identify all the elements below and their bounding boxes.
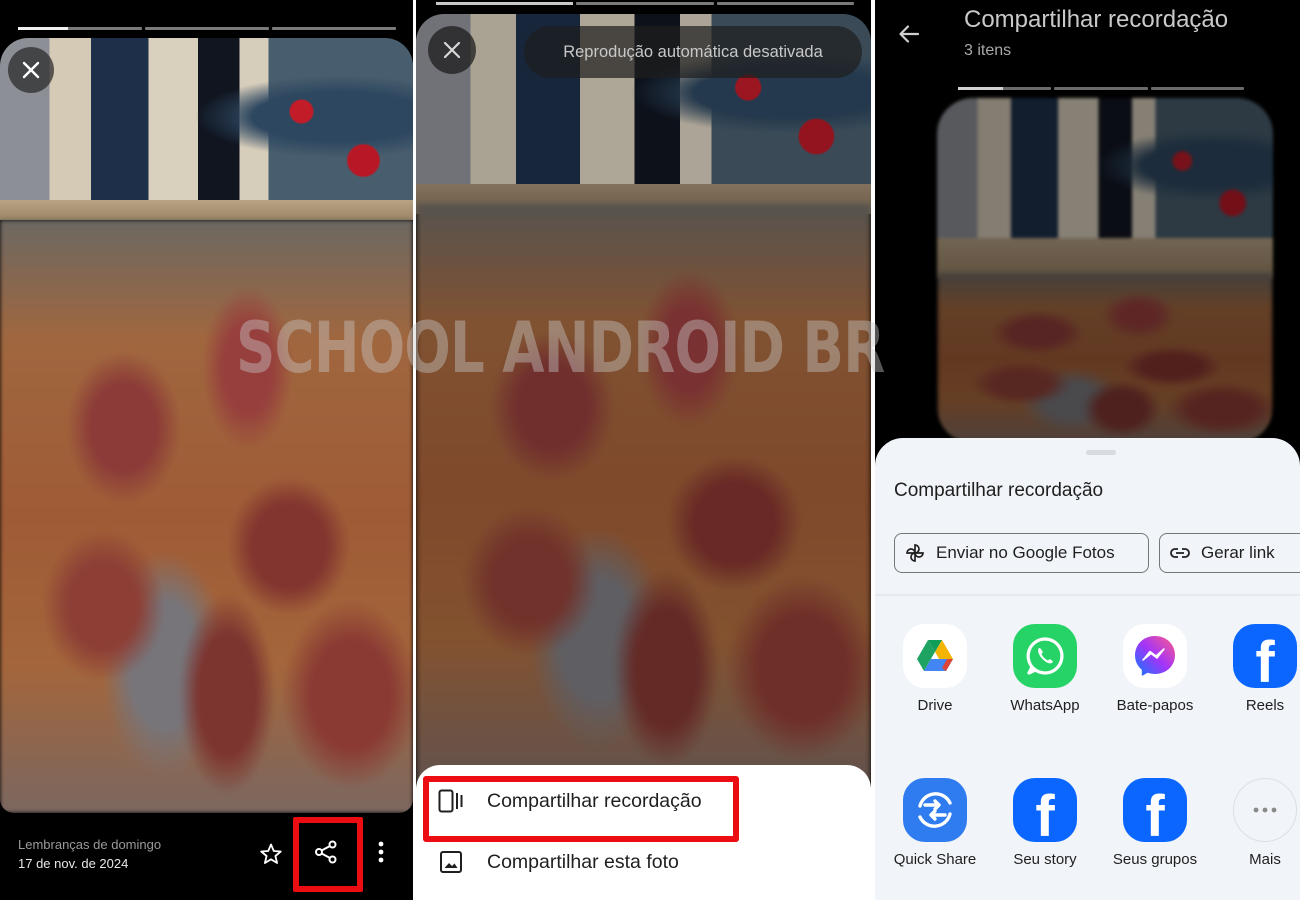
page-title: Compartilhar recordação [964, 6, 1229, 33]
app-label: Seus grupos [1112, 851, 1198, 868]
share-target-your-story[interactable]: f Seu story [990, 778, 1100, 868]
app-label: WhatsApp [1010, 697, 1080, 714]
photo-box-edge [937, 238, 1273, 278]
app-label: Drive [917, 697, 953, 714]
close-button[interactable] [8, 47, 54, 93]
share-memory-panel: Compartilhar recordação 3 itens Comparti… [875, 0, 1300, 900]
facebook-icon: f [1233, 624, 1297, 692]
progress-segment-1 [436, 2, 574, 5]
progress-fill [436, 2, 574, 5]
progress-segment-3 [716, 2, 854, 5]
close-icon [443, 41, 461, 59]
progress-segment-2 [576, 2, 714, 5]
photo-background [937, 98, 1273, 248]
share-target-messenger[interactable]: Bate-papos [1100, 624, 1210, 714]
share-target-quick-share[interactable]: Quick Share [880, 778, 990, 868]
share-menu-panel: Reprodução automática desativada Compart… [416, 0, 871, 900]
share-photo-option[interactable]: Compartilhar esta foto [416, 834, 871, 890]
image-icon [438, 849, 464, 875]
progress-segment-3 [1150, 87, 1244, 90]
more-horiz-icon [1233, 778, 1297, 842]
link-icon [1169, 542, 1191, 564]
back-button[interactable] [893, 18, 925, 50]
memory-viewer-panel: Lembranças de domingo 17 de nov. de 2024 [0, 0, 413, 900]
photo-pizza [0, 220, 413, 813]
autoplay-toast: Reprodução automática desativada [524, 26, 862, 78]
app-label: Mais [1249, 851, 1281, 868]
pinwheel-icon [904, 542, 926, 564]
memory-photo[interactable] [416, 14, 871, 784]
link-chip-label: Gerar link [1201, 543, 1275, 562]
app-label: Reels [1245, 697, 1285, 714]
share-target-drive[interactable]: Drive [880, 624, 990, 714]
more-options-button[interactable] [368, 837, 394, 867]
share-button-highlight [293, 817, 363, 892]
progress-segment-3 [272, 27, 396, 30]
share-target-more[interactable]: Mais [1210, 778, 1300, 868]
app-label: Quick Share [893, 851, 977, 868]
create-link-chip[interactable]: Gerar link [1159, 533, 1300, 573]
share-sheet: Compartilhar recordação Enviar no Google… [875, 438, 1300, 900]
progress-fill [18, 27, 68, 30]
story-progress [18, 27, 396, 30]
memory-date: 17 de nov. de 2024 [18, 856, 129, 871]
arrow-back-icon [899, 25, 920, 43]
send-in-google-photos-chip[interactable]: Enviar no Google Fotos [894, 533, 1149, 573]
divider [875, 594, 1300, 596]
progress-segment-1 [18, 27, 142, 30]
photo-pizza [937, 273, 1273, 443]
photo-background [0, 38, 413, 213]
close-icon [22, 61, 40, 79]
share-target-whatsapp[interactable]: WhatsApp [990, 624, 1100, 714]
story-progress [958, 87, 1244, 90]
sheet-title: Compartilhar recordação [894, 480, 1104, 501]
messenger-icon [1123, 624, 1187, 688]
story-progress [436, 2, 854, 5]
share-photo-label: Compartilhar esta foto [487, 850, 679, 873]
album-title: Lembranças de domingo [18, 837, 162, 852]
progress-segment-1 [958, 87, 1052, 90]
close-button[interactable] [428, 26, 476, 74]
facebook-icon: f [1013, 778, 1077, 846]
drag-handle[interactable] [1086, 450, 1116, 455]
progress-segment-2 [1054, 87, 1148, 90]
send-chip-label: Enviar no Google Fotos [936, 543, 1115, 562]
app-label: Bate-papos [1116, 697, 1194, 714]
photo-box-edge [0, 200, 413, 220]
progress-segment-2 [145, 27, 269, 30]
quick-share-icon [903, 778, 967, 842]
share-target-reels[interactable]: f Reels [1210, 624, 1300, 714]
memory-preview [937, 98, 1273, 443]
share-memory-highlight [423, 776, 739, 842]
item-count: 3 itens [964, 42, 1012, 59]
share-target-your-groups[interactable]: f Seus grupos [1100, 778, 1210, 868]
progress-fill [958, 87, 1003, 90]
star-icon [260, 843, 282, 864]
photo-pizza [416, 204, 871, 784]
whatsapp-icon [1013, 624, 1077, 688]
app-label: Seu story [1013, 851, 1077, 868]
favorite-button[interactable] [256, 839, 286, 869]
google-drive-icon [903, 624, 967, 688]
memory-photo[interactable] [0, 38, 413, 813]
facebook-icon: f [1123, 778, 1187, 846]
more-vert-icon [378, 841, 384, 863]
